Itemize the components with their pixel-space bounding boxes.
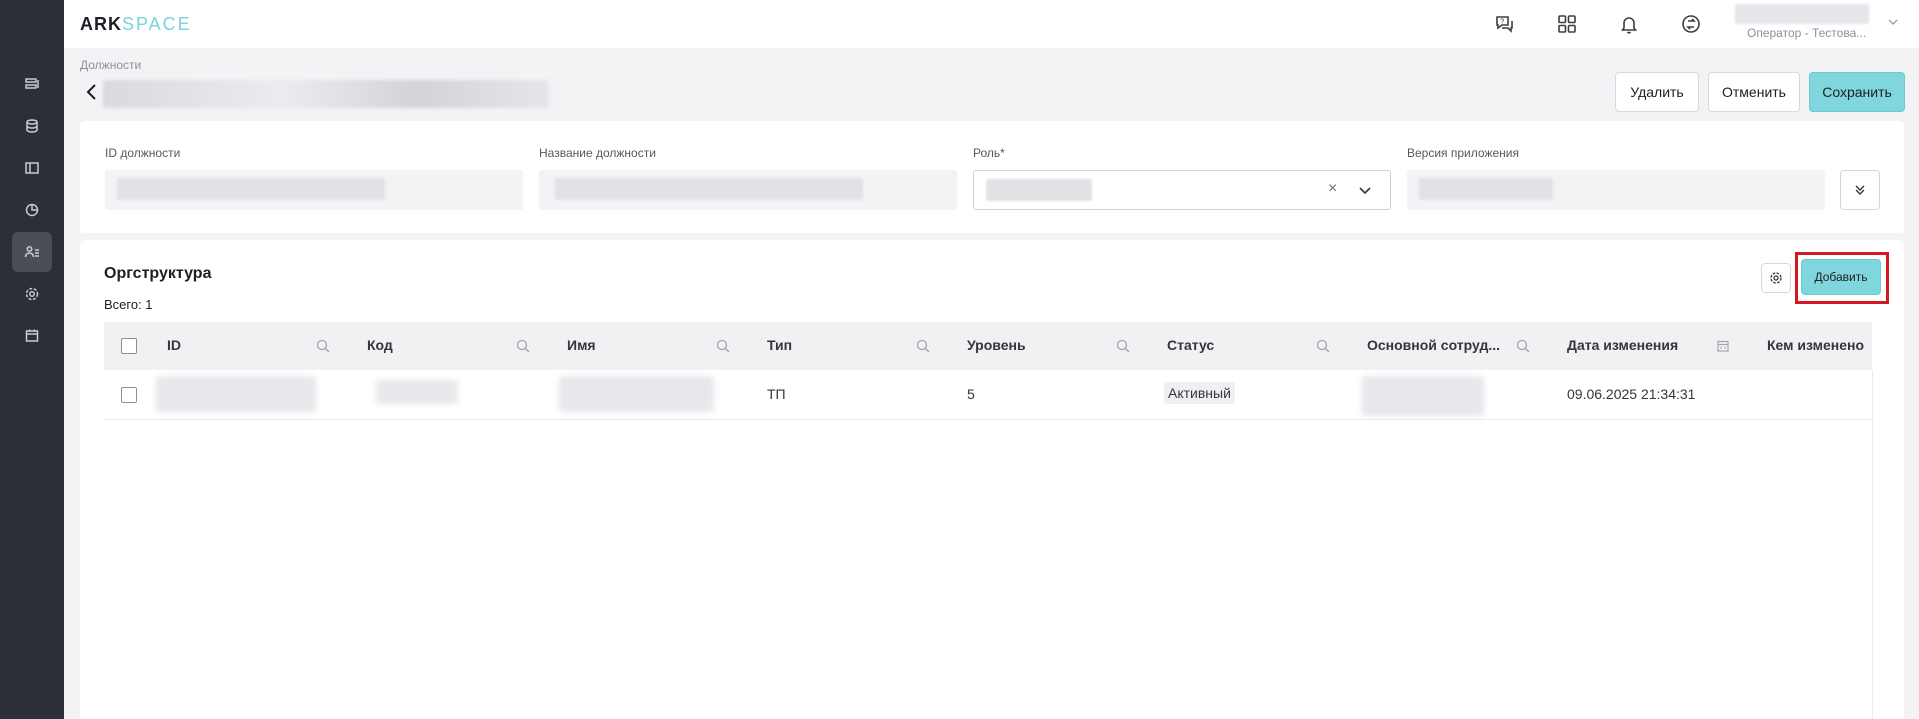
sidebar-item-users[interactable] — [12, 232, 52, 272]
save-button[interactable]: Сохранить — [1809, 72, 1905, 112]
notifications-button[interactable] — [1615, 10, 1643, 38]
search-icon[interactable] — [515, 338, 531, 354]
name-field[interactable] — [539, 170, 957, 210]
chevron-down-icon[interactable] — [1358, 183, 1372, 197]
breadcrumb[interactable]: Должности — [80, 58, 141, 72]
clear-icon[interactable]: × — [1328, 180, 1337, 198]
database-icon — [26, 119, 38, 133]
role-value-redacted — [986, 179, 1092, 201]
sync-button[interactable] — [1677, 10, 1705, 38]
name-cell-redacted — [559, 376, 714, 412]
apps-grid-icon — [1558, 15, 1576, 33]
id-field-label: ID должности — [105, 146, 181, 160]
chart-icon — [25, 203, 39, 217]
search-icon[interactable] — [1515, 338, 1531, 354]
column-header-modified-by[interactable]: Кем изменено — [1767, 337, 1864, 353]
position-form: ID должности Название должности Роль* × … — [80, 121, 1904, 233]
column-header-type[interactable]: Тип — [767, 337, 792, 353]
double-chevron-down-icon — [1855, 185, 1865, 195]
select-all-checkbox[interactable] — [121, 338, 137, 354]
code-cell-redacted — [376, 380, 458, 404]
search-icon[interactable] — [715, 338, 731, 354]
delete-button[interactable]: Удалить — [1615, 72, 1699, 112]
column-header-id[interactable]: ID — [167, 337, 181, 353]
version-value-redacted — [1419, 178, 1553, 200]
sidebar-item-layout[interactable] — [12, 148, 52, 188]
layout-icon — [25, 162, 39, 174]
user-menu[interactable]: Оператор - Тестова... — [1735, 2, 1915, 42]
users-icon — [24, 246, 39, 258]
role-select[interactable]: × — [973, 170, 1391, 210]
app-logo[interactable]: ARKSPACE — [80, 14, 192, 35]
add-button[interactable]: Добавить — [1801, 259, 1881, 295]
calendar-icon[interactable] — [1715, 338, 1731, 354]
sidebar — [0, 0, 64, 719]
name-field-label: Название должности — [539, 146, 656, 160]
apps-button[interactable] — [1553, 10, 1581, 38]
cancel-button[interactable]: Отменить — [1708, 72, 1800, 112]
chat-help-icon: ? — [1496, 16, 1513, 33]
table-row[interactable]: ТП 5 Активный 09.06.2025 21:34:31 — [104, 370, 1872, 420]
modified-date-cell: 09.06.2025 21:34:31 — [1567, 386, 1696, 402]
help-chat-button[interactable]: ? — [1490, 10, 1518, 38]
row-checkbox[interactable] — [121, 387, 137, 403]
sidebar-item-list[interactable] — [12, 64, 52, 104]
column-header-modified-date[interactable]: Дата изменения — [1567, 337, 1678, 353]
sidebar-item-chart[interactable] — [12, 190, 52, 230]
table-divider — [1872, 370, 1873, 719]
page-title-redacted — [103, 80, 549, 108]
column-header-main-employee[interactable]: Основной сотруд... — [1367, 337, 1500, 353]
main-employee-cell-redacted — [1362, 376, 1484, 416]
search-icon[interactable] — [1115, 338, 1131, 354]
search-icon[interactable] — [915, 338, 931, 354]
name-value-redacted — [555, 178, 863, 200]
search-icon[interactable] — [1315, 338, 1331, 354]
column-header-level[interactable]: Уровень — [967, 337, 1026, 353]
level-cell: 5 — [967, 386, 975, 402]
column-header-status[interactable]: Статус — [1167, 337, 1214, 353]
sidebar-item-database[interactable] — [12, 106, 52, 146]
column-header-name[interactable]: Имя — [567, 337, 596, 353]
status-badge: Активный — [1164, 382, 1235, 404]
calendar-icon — [25, 329, 39, 342]
chevron-down-icon — [1888, 19, 1898, 25]
column-header-code[interactable]: Код — [367, 337, 393, 353]
expand-form-button[interactable] — [1840, 170, 1880, 210]
user-role: Оператор - Тестова... — [1747, 26, 1867, 40]
bell-icon — [1620, 17, 1638, 34]
table-header: ID Код Имя Тип Уровень Статус Основной с… — [104, 322, 1872, 370]
id-value-redacted — [117, 178, 385, 200]
list-icon — [25, 78, 39, 89]
logo-secondary: SPACE — [122, 14, 192, 34]
search-icon[interactable] — [315, 338, 331, 354]
id-cell-redacted — [156, 376, 316, 412]
settings-icon — [25, 287, 39, 301]
svg-text:?: ? — [1500, 19, 1504, 26]
user-name-redacted — [1735, 4, 1869, 24]
total-count: Всего: 1 — [104, 297, 153, 312]
id-field[interactable] — [105, 170, 523, 210]
org-table: ID Код Имя Тип Уровень Статус Основной с… — [104, 322, 1873, 719]
sidebar-item-calendar[interactable] — [12, 316, 52, 356]
logo-primary: ARK — [80, 14, 122, 34]
top-bar: ARKSPACE ? — [64, 0, 1919, 48]
version-field[interactable] — [1407, 170, 1825, 210]
org-structure-section: Оргструктура Всего: 1 Добавить ID Код Им… — [80, 240, 1904, 719]
sync-icon — [1682, 15, 1700, 33]
sidebar-item-settings[interactable] — [12, 274, 52, 314]
table-settings-button[interactable] — [1761, 263, 1791, 293]
gear-icon — [1770, 272, 1782, 284]
section-title: Оргструктура — [104, 265, 212, 282]
role-field-label: Роль* — [973, 146, 1005, 160]
type-cell: ТП — [767, 386, 786, 402]
version-field-label: Версия приложения — [1407, 146, 1519, 160]
back-arrow-icon[interactable] — [84, 82, 100, 102]
